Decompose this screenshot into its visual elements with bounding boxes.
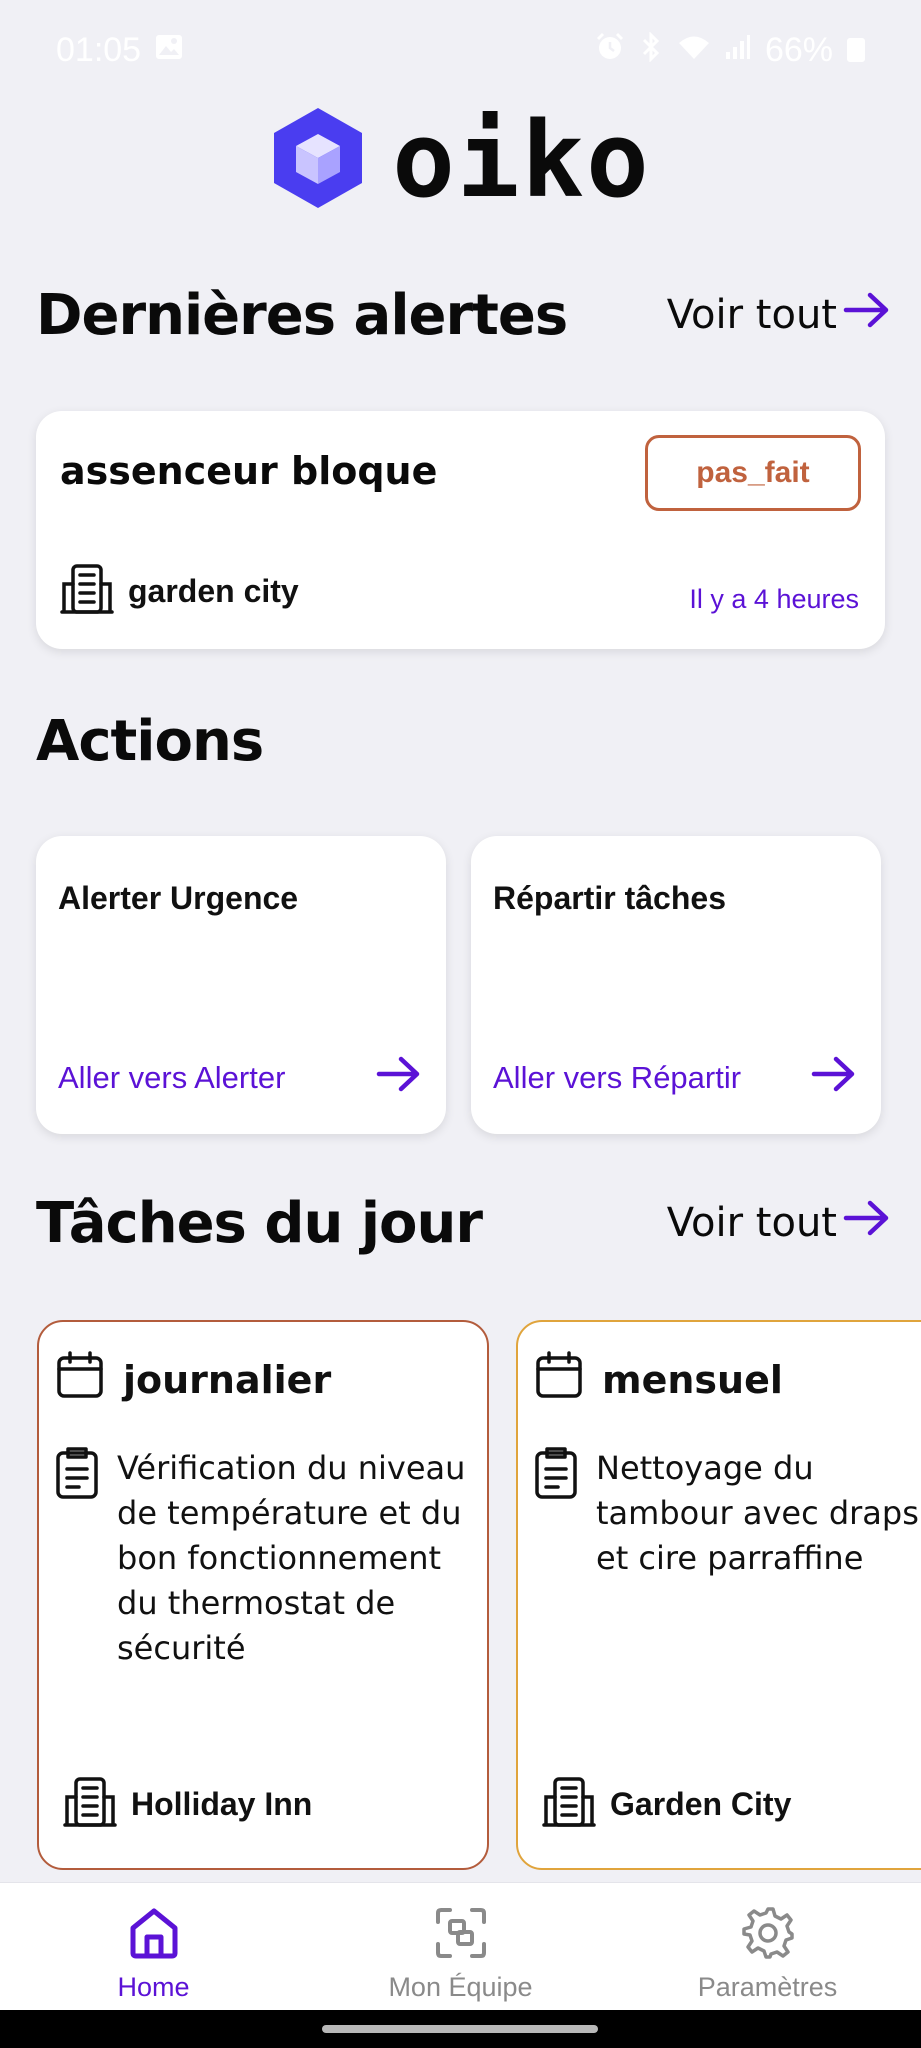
actions-header: Actions [36,704,891,778]
tasks-see-all-label: Voir tout [666,1200,837,1246]
tasks-see-all-link[interactable]: Voir tout [667,1198,891,1248]
actions-title: Actions [36,708,264,774]
gear-icon [740,1905,796,1966]
alarm-icon [595,32,625,68]
home-icon [126,1905,182,1966]
nav-label: Mon Équipe [388,1972,533,2002]
task-building-name: Holliday Inn [131,1786,313,1822]
building-icon [60,562,114,621]
alert-building-name: garden city [128,573,299,609]
task-description: Nettoyage du tambour avec draps et cire … [596,1449,919,1577]
task-description-row: Nettoyage du tambour avec draps et cire … [534,1446,921,1581]
task-description: Vérification du niveau de température et… [117,1449,466,1667]
home-gesture-handle[interactable] [322,2025,598,2033]
task-card[interactable]: mensuel Nettoyage du tambour avec draps … [516,1320,921,1870]
bluetooth-icon [639,31,663,68]
task-frequency-label: journalier [123,1357,332,1402]
clipboard-icon [534,1446,578,1581]
arrow-right-icon [811,1054,857,1102]
status-right: 66% [595,31,865,70]
alerts-see-all-link[interactable]: Voir tout [667,290,891,340]
wifi-icon [677,33,711,67]
action-link-label: Aller vers Répartir [493,1060,742,1095]
nav-item-settings[interactable]: Paramètres [614,1883,921,2010]
task-frequency-label: mensuel [602,1357,783,1402]
task-building: Garden City [542,1775,791,1834]
action-title: Répartir tâches [493,880,726,916]
alert-card[interactable]: assenceur bloque pas_fait garden city Il… [36,411,885,649]
tasks-title: Tâches du jour [36,1190,483,1256]
status-bar: 01:05 66% [0,0,921,100]
cube-hexagon-icon [270,106,366,215]
nav-label: Paramètres [697,1972,838,2002]
alert-title: assenceur bloque [60,449,438,493]
status-left: 01:05 [56,31,183,70]
alerts-title: Dernières alertes [36,282,568,348]
action-title: Alerter Urgence [58,880,299,916]
task-building-name: Garden City [610,1786,792,1822]
go-to-alert-link[interactable]: Aller vers Alerter [58,1054,422,1102]
go-to-distribute-link[interactable]: Aller vers Répartir [493,1054,857,1102]
task-description-row: Vérification du niveau de température et… [55,1446,479,1671]
building-icon [542,1775,596,1834]
task-building: Holliday Inn [63,1775,312,1834]
nav-item-home[interactable]: Home [0,1883,307,2010]
nav-item-team[interactable]: Mon Équipe [307,1883,614,2010]
calendar-icon [55,1350,105,1409]
battery-level: 66% [764,30,833,69]
building-icon [63,1775,117,1834]
logo-text: oiko [392,99,651,221]
alert-emergency-card[interactable]: Alerter Urgence Aller vers Alerter [36,836,446,1134]
status-badge: pas_fait [645,435,861,511]
arrow-right-icon [843,1198,891,1248]
arrow-right-icon [376,1054,422,1102]
bottom-nav: Home Mon Équipe Paramètres [0,1882,921,2010]
alert-timestamp: Il y a 4 heures [689,584,859,614]
status-time: 01:05 [56,30,142,69]
alerts-header: Dernières alertes Voir tout [36,278,891,352]
image-icon [155,34,183,66]
task-frequency: mensuel [534,1350,783,1409]
arrow-right-icon [843,290,891,340]
alert-building: garden city [60,562,299,621]
task-card[interactable]: journalier Vérification du niveau de tem… [37,1320,489,1870]
system-gesture-area [0,2010,921,2048]
action-link-label: Aller vers Alerter [58,1060,286,1095]
battery-icon [847,38,865,62]
signal-icon [725,34,751,66]
alerts-see-all-label: Voir tout [666,292,837,338]
nav-label: Home [117,1972,190,2002]
calendar-icon [534,1350,584,1409]
distribute-tasks-card[interactable]: Répartir tâches Aller vers Répartir [471,836,881,1134]
clipboard-icon [55,1446,99,1671]
team-scan-icon [433,1905,489,1966]
app-logo: oiko [0,104,921,216]
tasks-header: Tâches du jour Voir tout [36,1186,891,1260]
tasks-carousel[interactable]: journalier Vérification du niveau de tem… [0,1318,921,1878]
task-frequency: journalier [55,1350,331,1409]
